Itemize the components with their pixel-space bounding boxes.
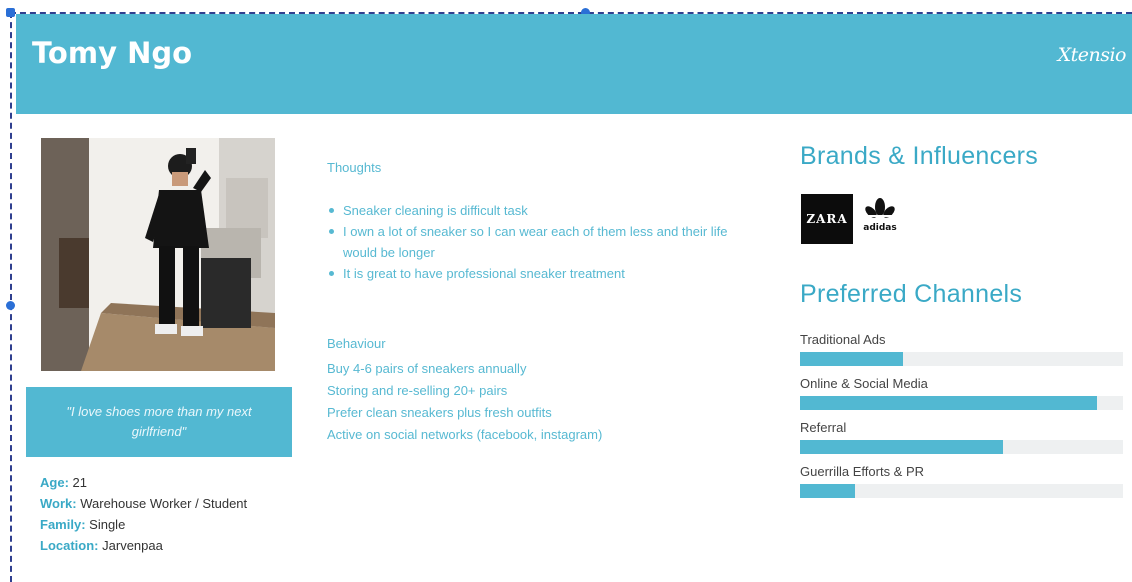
channel-label: Guerrilla Efforts & PR (800, 464, 925, 479)
channel-guerrilla[interactable]: Guerrilla Efforts & PR (800, 464, 1123, 498)
detail-work-value: Warehouse Worker / Student (80, 496, 248, 511)
channel-label: Online & Social Media (800, 376, 928, 391)
channel-online-social[interactable]: Online & Social Media (800, 376, 1123, 410)
channel-bar-track (800, 396, 1123, 410)
behaviour-item[interactable]: Prefer clean sneakers plus fresh outfits (327, 402, 602, 424)
zara-logo[interactable]: ZARA (801, 194, 853, 244)
detail-location[interactable]: Location: Jarvenpaa (40, 535, 260, 556)
behaviour-title[interactable]: Behaviour (327, 336, 386, 351)
behaviour-list: Buy 4-6 pairs of sneakers annually Stori… (327, 358, 602, 446)
selection-border-left (10, 12, 12, 582)
channel-referral[interactable]: Referral (800, 420, 1123, 454)
detail-age[interactable]: Age: 21 (40, 472, 260, 493)
persona-header: Tomy Ngo Xtensio (16, 14, 1132, 114)
channel-bar-fill[interactable] (800, 484, 855, 498)
channel-traditional-ads[interactable]: Traditional Ads (800, 332, 1123, 366)
behaviour-item[interactable]: Buy 4-6 pairs of sneakers annually (327, 358, 602, 380)
detail-age-key: Age (40, 475, 65, 490)
adidas-wordmark: adidas (863, 223, 896, 233)
behaviour-item[interactable]: Storing and re-selling 20+ pairs (327, 380, 602, 402)
persona-photo[interactable] (41, 138, 275, 371)
detail-age-value: 21 (72, 475, 87, 490)
behaviour-item[interactable]: Active on social networks (facebook, ins… (327, 424, 602, 446)
channel-bar-track (800, 440, 1123, 454)
thought-item[interactable]: Sneaker cleaning is difficult task (327, 200, 737, 221)
persona-name[interactable]: Tomy Ngo (32, 36, 192, 70)
detail-family[interactable]: Family: Single (40, 514, 260, 535)
persona-photo-image (41, 138, 275, 371)
channel-bar-fill[interactable] (800, 440, 1004, 454)
channel-label: Referral (800, 420, 847, 435)
brand-logo: Xtensio (1057, 44, 1127, 66)
channel-bar-track (800, 352, 1123, 366)
channel-bar-track (800, 484, 1123, 498)
channel-bar-fill[interactable] (800, 352, 904, 366)
detail-family-key: Family (40, 517, 82, 532)
adidas-trefoil-icon: adidas (863, 198, 897, 233)
detail-location-key: Location (40, 538, 95, 553)
detail-work[interactable]: Work: Warehouse Worker / Student (40, 493, 260, 514)
channel-bar-fill[interactable] (800, 396, 1098, 410)
channel-label: Traditional Ads (800, 332, 886, 347)
resize-handle-top-left[interactable] (6, 8, 15, 17)
adidas-logo[interactable]: adidas (860, 194, 900, 234)
brands-title[interactable]: Brands & Influencers (800, 142, 1038, 171)
persona-quote[interactable]: "I love shoes more than my next girlfrie… (26, 387, 292, 457)
channels-title[interactable]: Preferred Channels (800, 280, 1022, 309)
detail-family-value: Single (89, 517, 126, 532)
thought-item[interactable]: It is great to have professional sneaker… (327, 263, 737, 284)
detail-work-key: Work (40, 496, 73, 511)
detail-location-value: Jarvenpaa (102, 538, 163, 553)
resize-handle-left[interactable] (6, 301, 15, 310)
thought-item[interactable]: I own a lot of sneaker so I can wear eac… (327, 221, 737, 263)
thoughts-title[interactable]: Thoughts (327, 160, 381, 175)
thoughts-list: Sneaker cleaning is difficult task I own… (327, 200, 737, 284)
persona-details: Age: 21 Work: Warehouse Worker / Student… (40, 472, 260, 556)
